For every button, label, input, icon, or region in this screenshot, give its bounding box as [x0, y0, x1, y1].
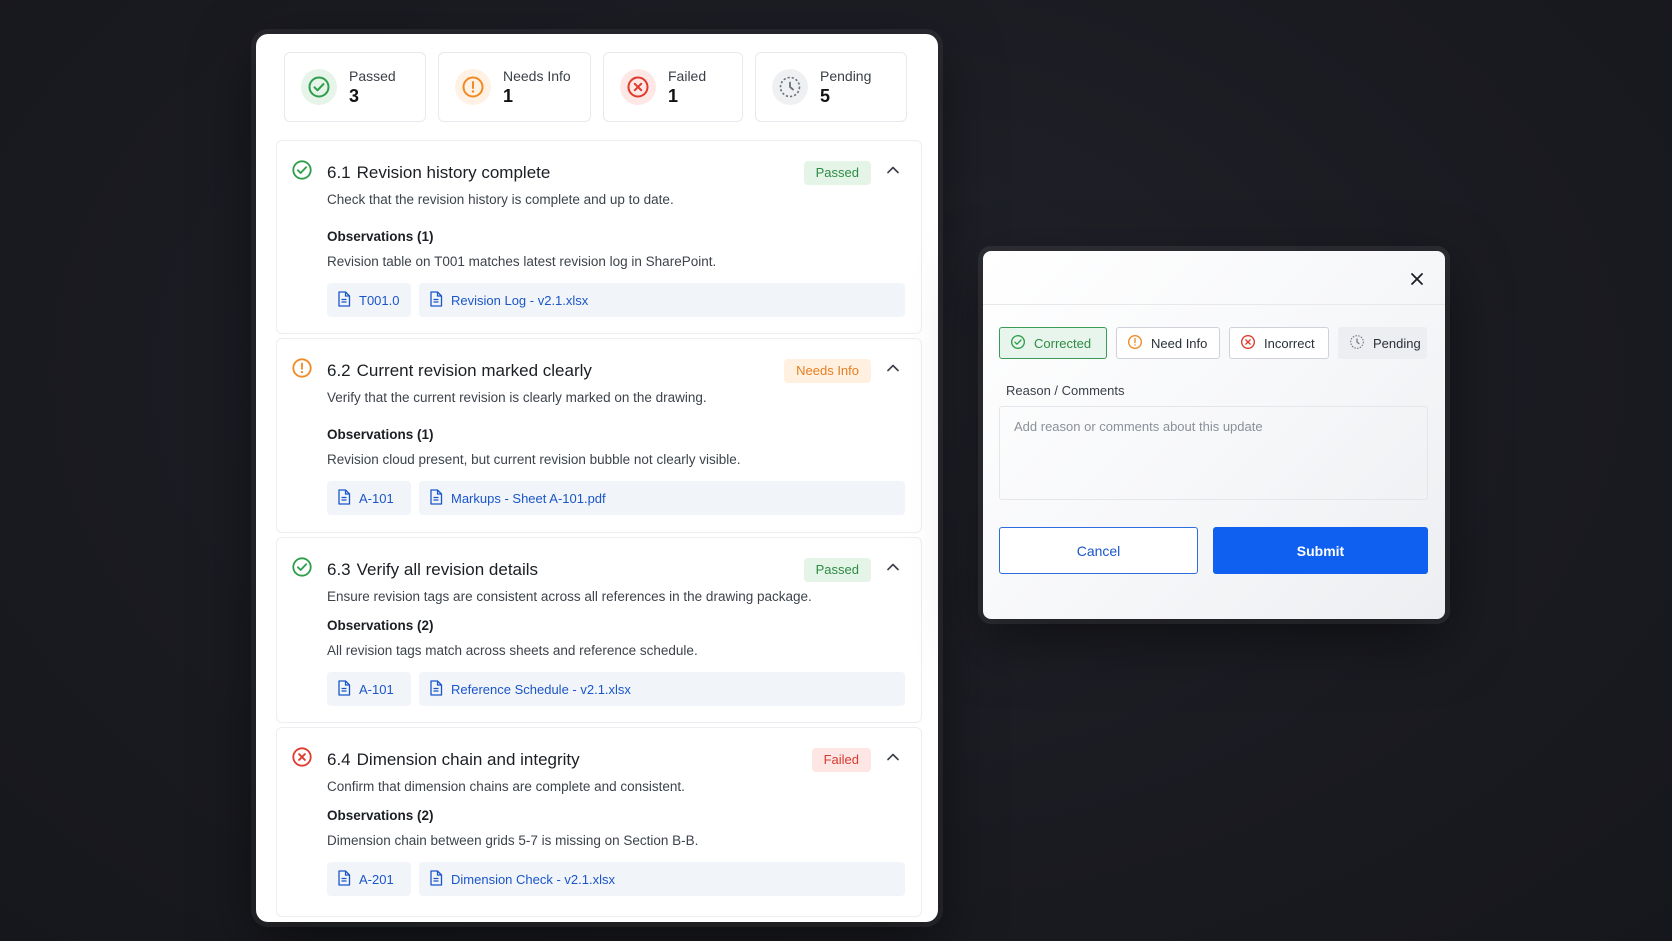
attachment-link[interactable]: T001.0: [327, 283, 411, 317]
item-title: 6.1 Revision history complete: [327, 162, 551, 182]
summary-row: Passed 3 Needs Info 1 Failed 1 Pending 5: [284, 52, 922, 122]
status-badge: Passed: [803, 160, 871, 185]
document-icon: [337, 290, 351, 310]
x-circle-icon: [291, 746, 313, 773]
attachment-link[interactable]: A-101: [327, 481, 411, 515]
observations-title: Observations (1): [327, 229, 434, 244]
document-icon: [429, 488, 443, 508]
observation-text: Revision table on T001 matches latest re…: [327, 254, 717, 269]
item-title: 6.3 Verify all revision details: [327, 559, 539, 579]
clock-icon: [772, 69, 808, 105]
check-circle-icon: [291, 556, 313, 583]
reason-label: Reason / Comments: [1006, 383, 1125, 398]
item-header[interactable]: 6.1 Revision history complete Passed: [291, 159, 905, 186]
item-header[interactable]: 6.3 Verify all revision details Passed: [291, 556, 905, 583]
chevron-up-icon[interactable]: [885, 162, 905, 183]
status-badge: Needs Info: [784, 358, 871, 383]
status-badge: Failed: [811, 747, 871, 772]
document-icon: [337, 869, 351, 889]
summary-count: 5: [820, 86, 831, 106]
reason-textarea[interactable]: [999, 406, 1428, 500]
checklist-item: 6.1 Revision history complete Passed Chec…: [276, 140, 922, 334]
attachment-link[interactable]: Reference Schedule - v2.1.xlsx: [419, 672, 905, 706]
document-icon: [337, 679, 351, 699]
chevron-up-icon[interactable]: [885, 559, 905, 580]
observation-text: Dimension chain between grids 5-7 is mis…: [327, 833, 699, 848]
status-option-incorrect[interactable]: Incorrect: [1229, 327, 1329, 359]
status-badge: Passed: [803, 557, 871, 582]
item-header[interactable]: 6.2 Current revision marked clearly Needs…: [291, 357, 905, 384]
attachment-link[interactable]: Dimension Check - v2.1.xlsx: [419, 862, 905, 896]
attachment-link[interactable]: A-101: [327, 672, 411, 706]
alert-circle-icon: [1127, 334, 1143, 353]
attachments: A-101 Markups - Sheet A-101.pdf: [327, 481, 905, 515]
item-description: Verify that the current revision is clea…: [327, 390, 707, 405]
alert-circle-icon: [455, 69, 491, 105]
modal-header: [983, 251, 1445, 305]
summary-card-pending[interactable]: Pending 5: [755, 52, 907, 122]
close-icon[interactable]: [1409, 271, 1425, 287]
chevron-up-icon[interactable]: [885, 749, 905, 770]
document-icon: [429, 290, 443, 310]
summary-count: 1: [503, 86, 514, 106]
status-option-pending[interactable]: Pending: [1338, 327, 1427, 359]
item-title: 6.4 Dimension chain and integrity: [327, 749, 580, 769]
update-status-modal: Corrected Need Info Incorrect Pending Re…: [983, 251, 1445, 619]
item-description: Ensure revision tags are consistent acro…: [327, 589, 812, 604]
chevron-up-icon[interactable]: [885, 360, 905, 381]
observation-text: All revision tags match across sheets an…: [327, 643, 698, 658]
checklist-panel: Passed 3 Needs Info 1 Failed 1 Pending 5…: [256, 34, 938, 922]
summary-label: Failed: [668, 68, 707, 84]
check-circle-icon: [1010, 334, 1026, 353]
summary-label: Passed: [349, 68, 396, 84]
x-circle-icon: [1240, 334, 1256, 353]
checklist-item: 6.3 Verify all revision details Passed En…: [276, 537, 922, 723]
summary-label: Needs Info: [503, 68, 571, 84]
summary-card-failed[interactable]: Failed 1: [603, 52, 743, 122]
item-title: 6.2 Current revision marked clearly: [327, 360, 592, 380]
clock-icon: [1349, 334, 1365, 353]
summary-count: 3: [349, 86, 360, 106]
attachment-link[interactable]: Markups - Sheet A-101.pdf: [419, 481, 905, 515]
observations-title: Observations (1): [327, 427, 434, 442]
check-circle-icon: [301, 69, 337, 105]
observation-text: Revision cloud present, but current revi…: [327, 452, 741, 467]
checklist-item: 6.2 Current revision marked clearly Needs…: [276, 338, 922, 533]
status-option-corrected[interactable]: Corrected: [999, 327, 1107, 359]
summary-label: Pending: [820, 68, 872, 84]
document-icon: [337, 488, 351, 508]
attachment-link[interactable]: A-201: [327, 862, 411, 896]
item-header[interactable]: 6.4 Dimension chain and integrity Failed: [291, 746, 905, 773]
checklist-item: 6.4 Dimension chain and integrity Failed …: [276, 727, 922, 917]
observations-title: Observations (2): [327, 618, 434, 633]
attachments: A-201 Dimension Check - v2.1.xlsx: [327, 862, 905, 896]
document-icon: [429, 679, 443, 699]
status-option-need-info[interactable]: Need Info: [1116, 327, 1220, 359]
attachment-link[interactable]: Revision Log - v2.1.xlsx: [419, 283, 905, 317]
document-icon: [429, 869, 443, 889]
summary-card-passed[interactable]: Passed 3: [284, 52, 426, 122]
status-options: Corrected Need Info Incorrect Pending: [983, 305, 1445, 359]
attachments: A-101 Reference Schedule - v2.1.xlsx: [327, 672, 905, 706]
summary-count: 1: [668, 86, 679, 106]
submit-button[interactable]: Submit: [1213, 527, 1428, 574]
observations-title: Observations (2): [327, 808, 434, 823]
item-description: Check that the revision history is compl…: [327, 192, 674, 207]
item-description: Confirm that dimension chains are comple…: [327, 779, 685, 794]
check-circle-icon: [291, 159, 313, 186]
attachments: T001.0 Revision Log - v2.1.xlsx: [327, 283, 905, 317]
cancel-button[interactable]: Cancel: [999, 527, 1198, 574]
summary-card-needs-info[interactable]: Needs Info 1: [438, 52, 591, 122]
x-circle-icon: [620, 69, 656, 105]
modal-actions: Cancel Submit: [983, 500, 1445, 574]
alert-circle-icon: [291, 357, 313, 384]
